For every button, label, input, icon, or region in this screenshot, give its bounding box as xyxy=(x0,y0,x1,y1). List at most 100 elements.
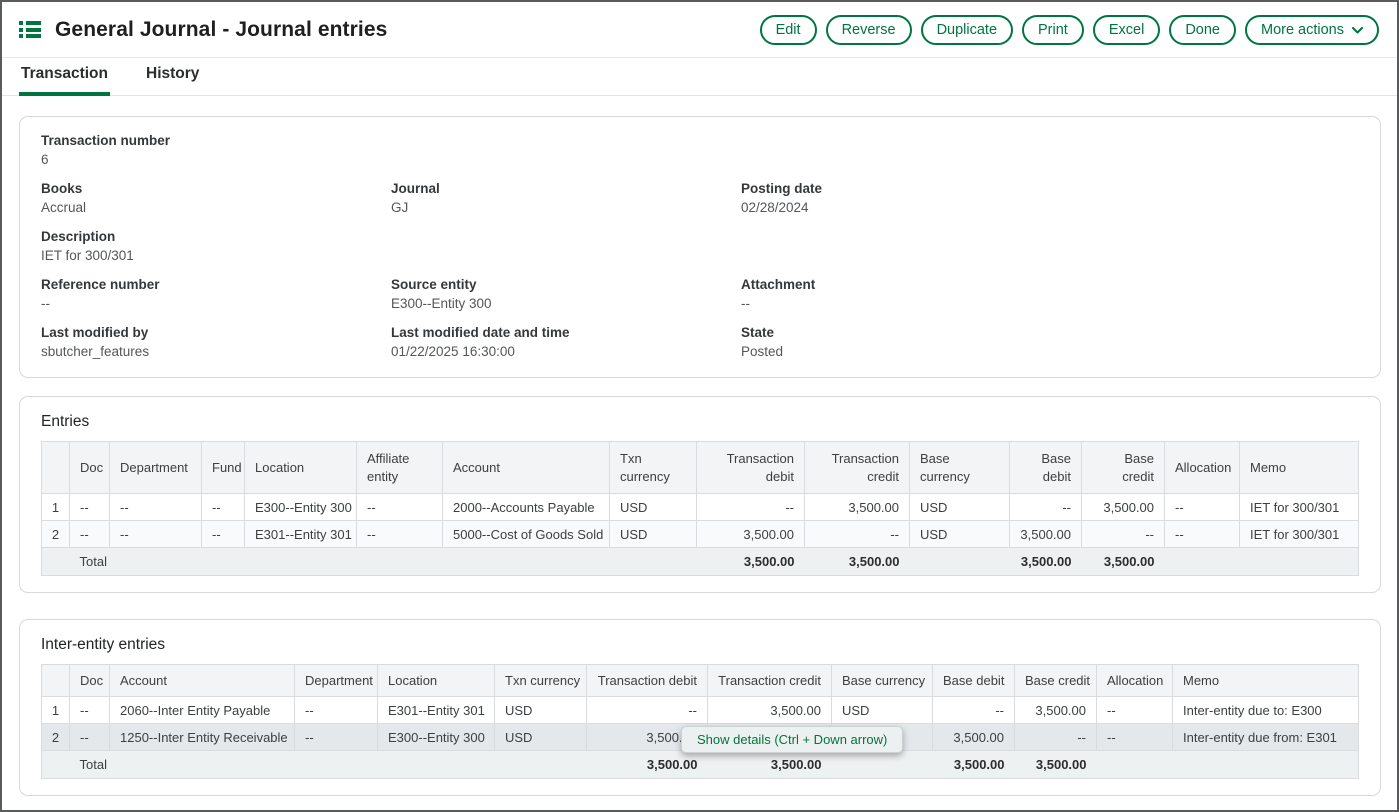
total-transaction-credit: 3,500.00 xyxy=(805,548,910,576)
cell-base-debit: -- xyxy=(933,697,1015,724)
field-transaction-number: Transaction number 6 xyxy=(41,133,391,168)
total-transaction-credit: 3,500.00 xyxy=(708,751,832,779)
field-value: Accrual xyxy=(41,200,391,216)
row-number: 1 xyxy=(42,697,70,724)
column-header: Account xyxy=(110,665,295,697)
tab-transaction[interactable]: Transaction xyxy=(19,65,110,96)
cell-memo: Inter-entity due from: E301 xyxy=(1173,724,1359,751)
column-header: Memo xyxy=(1173,665,1359,697)
field-label: Books xyxy=(41,181,391,197)
cell-base-debit: -- xyxy=(1010,494,1082,521)
column-header: Affiliate entity xyxy=(357,442,443,494)
cell-base-debit: 3,500.00 xyxy=(1010,521,1082,548)
column-header: Base credit xyxy=(1082,442,1165,494)
done-button[interactable]: Done xyxy=(1169,15,1236,45)
inter-entity-panel: Inter-entity entries Doc Account Departm… xyxy=(19,619,1381,796)
cell-base-debit: 3,500.00 xyxy=(933,724,1015,751)
field-label: Reference number xyxy=(41,277,391,293)
cell-memo: IET for 300/301 xyxy=(1240,494,1359,521)
tab-history[interactable]: History xyxy=(144,65,201,96)
field-source-entity: Source entity E300--Entity 300 xyxy=(391,277,741,312)
field-description: Description IET for 300/301 xyxy=(41,229,391,264)
total-base-debit: 3,500.00 xyxy=(933,751,1015,779)
more-actions-button[interactable]: More actions xyxy=(1245,15,1379,45)
entries-header-row: Doc Department Fund Location Affiliate e… xyxy=(42,442,1359,494)
inter-entity-table: Doc Account Department Location Txn curr… xyxy=(41,664,1359,779)
cell-memo: IET for 300/301 xyxy=(1240,521,1359,548)
column-header: Base credit xyxy=(1015,665,1097,697)
cell-account: 2060--Inter Entity Payable xyxy=(110,697,295,724)
cell-doc: -- xyxy=(70,724,110,751)
cell-affiliate-entity: -- xyxy=(357,521,443,548)
field-books: Books Accrual xyxy=(41,181,391,216)
column-header xyxy=(42,442,70,494)
cell-txn-currency: USD xyxy=(610,494,697,521)
field-value: -- xyxy=(741,296,1356,312)
chevron-down-icon xyxy=(1352,27,1363,34)
cell-location: E300--Entity 300 xyxy=(245,494,357,521)
field-attachment: Attachment -- xyxy=(741,277,1356,312)
cell-location: E301--Entity 301 xyxy=(245,521,357,548)
cell-department: -- xyxy=(110,521,202,548)
tooltip-text: Show details (Ctrl + Down arrow) xyxy=(697,732,887,747)
edit-button[interactable]: Edit xyxy=(760,15,817,45)
cell-fund: -- xyxy=(202,494,245,521)
field-value: 6 xyxy=(41,152,391,168)
field-value: Posted xyxy=(741,344,1356,360)
cell-transaction-debit: -- xyxy=(697,494,805,521)
cell-doc: -- xyxy=(70,494,110,521)
duplicate-button[interactable]: Duplicate xyxy=(921,15,1013,45)
tooltip: Show details (Ctrl + Down arrow) xyxy=(681,726,903,753)
cell-allocation: -- xyxy=(1097,724,1173,751)
cell-account: 1250--Inter Entity Receivable xyxy=(110,724,295,751)
field-value: 02/28/2024 xyxy=(741,200,1356,216)
cell-base-credit: 3,500.00 xyxy=(1082,494,1165,521)
field-value: sbutcher_features xyxy=(41,344,391,360)
entries-total-row: Total 3,500.00 3,500.00 3,500.00 3,500.0… xyxy=(42,548,1359,576)
cell-location: E300--Entity 300 xyxy=(378,724,495,751)
top-bar: General Journal - Journal entries Edit R… xyxy=(2,2,1397,58)
cell-department: -- xyxy=(110,494,202,521)
column-header: Doc xyxy=(70,665,110,697)
excel-button[interactable]: Excel xyxy=(1093,15,1160,45)
field-label: Source entity xyxy=(391,277,741,293)
column-header: Transaction credit xyxy=(708,665,832,697)
cell-txn-currency: USD xyxy=(495,697,587,724)
cell-base-credit: -- xyxy=(1015,724,1097,751)
field-label: Description xyxy=(41,229,391,245)
column-header: Transaction credit xyxy=(805,442,910,494)
cell-doc: -- xyxy=(70,521,110,548)
more-actions-label: More actions xyxy=(1261,22,1344,38)
tab-bar: Transaction History xyxy=(2,58,1397,96)
cell-base-credit: 3,500.00 xyxy=(1015,697,1097,724)
field-label: Attachment xyxy=(741,277,1356,293)
cell-transaction-credit: -- xyxy=(805,521,910,548)
row-number: 2 xyxy=(42,724,70,751)
column-header: Location xyxy=(378,665,495,697)
inter-entity-row-1[interactable]: 1 -- 2060--Inter Entity Payable -- E301-… xyxy=(42,697,1359,724)
cell-transaction-debit: 3,500.00 xyxy=(697,521,805,548)
entries-row-2[interactable]: 2 -- -- -- E301--Entity 301 -- 5000--Cos… xyxy=(42,521,1359,548)
cell-txn-currency: USD xyxy=(495,724,587,751)
field-label: Last modified date and time xyxy=(391,325,741,341)
field-journal: Journal GJ xyxy=(391,181,741,216)
entries-row-1[interactable]: 1 -- -- -- E300--Entity 300 -- 2000--Acc… xyxy=(42,494,1359,521)
cell-base-currency: USD xyxy=(910,521,1010,548)
column-header: Transaction debit xyxy=(587,665,708,697)
total-transaction-debit: 3,500.00 xyxy=(587,751,708,779)
page-title: General Journal - Journal entries xyxy=(55,18,387,42)
cell-account: 2000--Accounts Payable xyxy=(443,494,610,521)
cell-allocation: -- xyxy=(1165,521,1240,548)
inter-entity-header-row: Doc Account Department Location Txn curr… xyxy=(42,665,1359,697)
journal-entry-page: General Journal - Journal entries Edit R… xyxy=(0,0,1399,812)
column-header xyxy=(42,665,70,697)
inter-entity-title: Inter-entity entries xyxy=(41,636,1359,654)
list-menu-icon[interactable] xyxy=(19,21,41,38)
field-value: E300--Entity 300 xyxy=(391,296,741,312)
cell-affiliate-entity: -- xyxy=(357,494,443,521)
field-value: -- xyxy=(41,296,391,312)
cell-base-currency: USD xyxy=(832,697,933,724)
print-button[interactable]: Print xyxy=(1022,15,1084,45)
reverse-button[interactable]: Reverse xyxy=(826,15,912,45)
total-label: Total xyxy=(70,751,587,779)
